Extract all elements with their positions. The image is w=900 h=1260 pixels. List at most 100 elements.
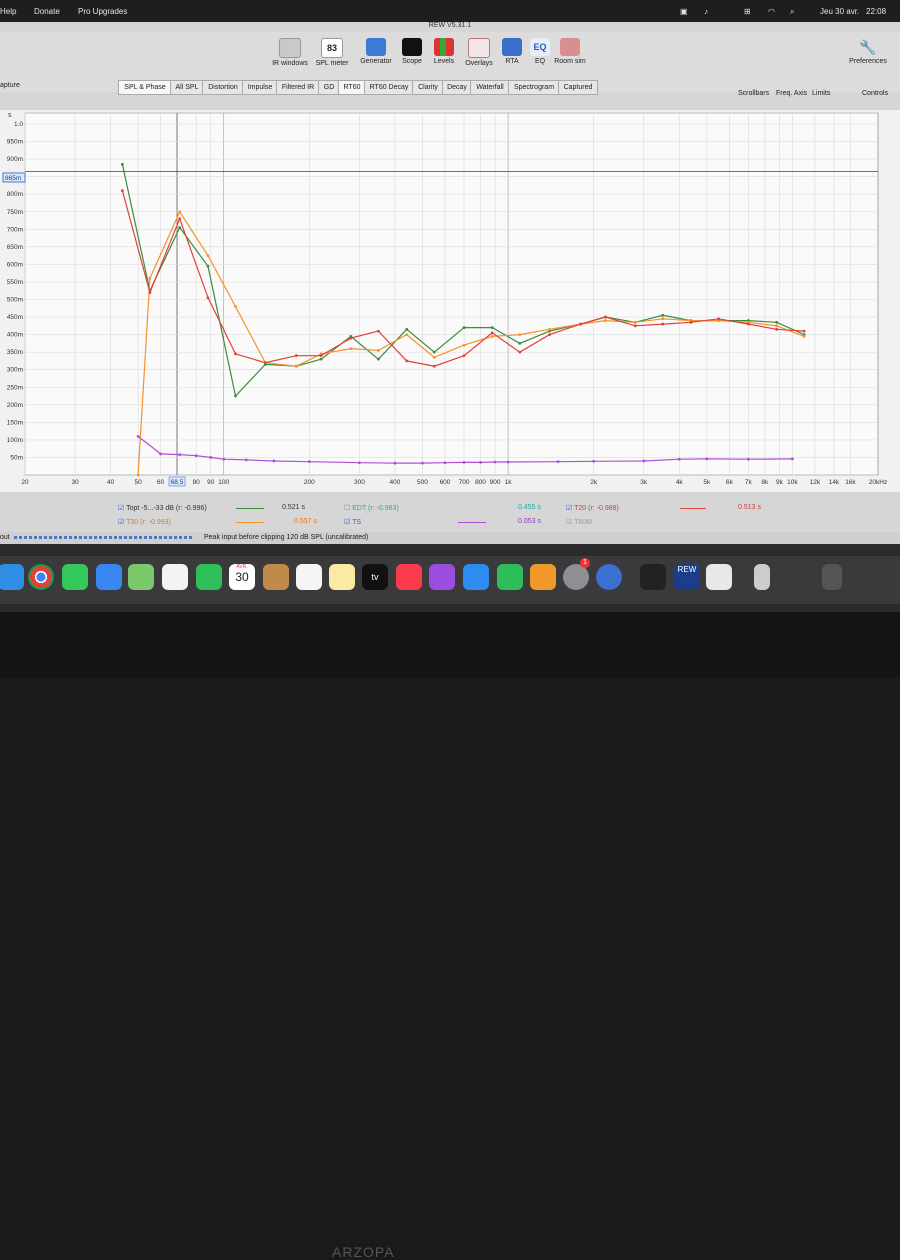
numbers-icon[interactable] — [497, 564, 523, 590]
series-point-t30 — [432, 356, 436, 359]
tab-captured[interactable]: Captured — [558, 80, 598, 95]
keynote-icon[interactable] — [463, 564, 489, 590]
series-point-ts — [746, 457, 750, 461]
series-point-ts — [393, 461, 397, 465]
facetime-icon[interactable] — [196, 564, 222, 590]
overlays-label: Overlays — [465, 60, 493, 67]
tab-spectrogram[interactable]: Spectrogram — [508, 80, 560, 95]
x-tick-label: 4k — [676, 479, 684, 486]
rew-dock-icon[interactable]: REW — [674, 564, 700, 590]
photos-icon[interactable] — [162, 564, 188, 590]
rt60-graph-panel[interactable]: 1.0950m900m850m800m750m700m650m600m550m5… — [0, 110, 900, 492]
series-point-ts — [307, 460, 311, 464]
legend-t20[interactable]: ☑ T20 (r: -0.988) — [566, 504, 619, 512]
series-point-ts — [178, 453, 182, 457]
search-icon[interactable]: ⌕ — [790, 7, 794, 17]
calendar-icon[interactable]: AVR. 30 — [229, 564, 255, 590]
controls-button[interactable]: Controls — [862, 90, 888, 97]
preferences-button[interactable]: 🔧 Preferences — [846, 38, 890, 65]
tab-distortion[interactable]: Distortion — [202, 80, 244, 95]
contacts-icon[interactable] — [263, 564, 289, 590]
preferences-label: Preferences — [849, 58, 887, 65]
screenshot-icon[interactable] — [706, 564, 732, 590]
checkbox-icon[interactable]: ☑ — [118, 505, 124, 512]
legend-t20-label: T20 (r: -0.988) — [574, 505, 619, 512]
mail-icon[interactable] — [96, 564, 122, 590]
legend-ts-swatch — [458, 522, 486, 523]
series-point-t20 — [178, 217, 182, 221]
checkbox-icon[interactable]: ☑ — [566, 505, 572, 512]
tab-rt60[interactable]: RT60 — [338, 80, 366, 95]
checkbox-icon[interactable]: ☑ — [344, 519, 350, 526]
series-point-ts — [272, 459, 276, 463]
series-point-t20 — [689, 320, 693, 324]
tab-all-spl[interactable]: All SPL — [170, 80, 204, 95]
legend-ts[interactable]: ☑ TS — [344, 518, 361, 526]
input-level-meter — [14, 536, 192, 539]
x-tick-label: 600 — [440, 479, 451, 486]
capture-button[interactable]: apture — [0, 82, 20, 89]
menu-donate[interactable]: Donate — [34, 7, 60, 16]
x-tick-label: 10k — [787, 479, 798, 486]
display-icon[interactable]: ▣ — [680, 7, 688, 16]
checkbox-icon[interactable]: ☐ — [344, 505, 350, 512]
status-left: out — [0, 534, 10, 541]
series-point-ts — [443, 461, 447, 465]
legend-t60m[interactable]: ☑ T60M — [566, 518, 592, 526]
scrollbars-button[interactable]: Scrollbars — [738, 90, 769, 97]
menu-pro-upgrades[interactable]: Pro Upgrades — [78, 7, 127, 16]
tab-clarity[interactable]: Clarity — [412, 80, 444, 95]
checkbox-icon[interactable]: ☑ — [118, 519, 124, 526]
chrome-icon[interactable] — [28, 564, 54, 590]
vpn-icon[interactable]: ⊞ — [744, 7, 751, 16]
levels-icon — [434, 38, 454, 56]
overlays-icon — [468, 38, 490, 58]
checkbox-icon[interactable]: ☑ — [566, 519, 572, 526]
safari-icon[interactable] — [0, 564, 24, 590]
freq-axis-button[interactable]: Freq. Axis — [776, 90, 807, 97]
y-tick-label: 50m — [10, 454, 23, 461]
series-point-t20 — [717, 317, 720, 321]
series-point-ts — [479, 460, 482, 464]
chart-grid — [24, 112, 879, 476]
ir-windows-button[interactable]: IR windows — [268, 38, 312, 67]
trash-icon[interactable] — [822, 564, 842, 590]
legend-edt[interactable]: ☐ EDT (r: -0.963) — [344, 504, 399, 512]
ir-windows-label: IR windows — [272, 60, 308, 67]
document-icon[interactable] — [754, 564, 770, 590]
monitor-brand-logo: ARZOPA — [332, 1244, 395, 1260]
generator-label: Generator — [360, 58, 392, 65]
room-sim-button[interactable]: Room sim — [548, 38, 592, 65]
series-point-t30 — [775, 324, 779, 328]
legend-t30[interactable]: ☑ T30 (r: -0.993) — [118, 518, 171, 526]
reminders-icon[interactable] — [296, 564, 322, 590]
series-point-topt — [490, 326, 494, 329]
apple-tv-icon[interactable]: tv — [362, 564, 388, 590]
audio-icon[interactable]: ♪ — [704, 7, 708, 16]
music-icon[interactable] — [396, 564, 422, 590]
tab-decay[interactable]: Decay — [442, 80, 472, 95]
tab-waterfall[interactable]: Waterfall — [470, 80, 510, 95]
wifi-icon[interactable]: ◠ — [768, 7, 775, 16]
app-icon-dark[interactable] — [640, 564, 666, 590]
podcasts-icon[interactable] — [429, 564, 455, 590]
maps-icon[interactable] — [128, 564, 154, 590]
tab-filtered-ir[interactable]: Filtered IR — [276, 80, 320, 95]
x-tick-label: 800 — [475, 479, 486, 486]
x-tick-label: 700 — [459, 479, 470, 486]
limits-button[interactable]: Limits — [812, 90, 830, 97]
messages-icon[interactable] — [62, 564, 88, 590]
rt60-chart[interactable]: 1.0950m900m850m800m750m700m650m600m550m5… — [0, 110, 900, 492]
series-point-t20 — [633, 324, 637, 328]
pages-icon[interactable] — [530, 564, 556, 590]
tab-spl-phase[interactable]: SPL & Phase — [118, 80, 172, 95]
legend-topt[interactable]: ☑ Topt -5...-33 dB (r: -0.996) — [118, 504, 207, 512]
tab-impulse[interactable]: Impulse — [242, 80, 278, 95]
tab-gd[interactable]: GD — [318, 80, 340, 95]
spl-meter-button[interactable]: 83 SPL meter — [310, 38, 354, 67]
tab-rt60-decay[interactable]: RT60 Decay — [364, 80, 414, 95]
menu-help[interactable]: Help — [0, 7, 16, 16]
eq-icon: EQ — [530, 38, 550, 56]
notes-icon[interactable] — [329, 564, 355, 590]
app-icon-blue[interactable] — [596, 564, 622, 590]
